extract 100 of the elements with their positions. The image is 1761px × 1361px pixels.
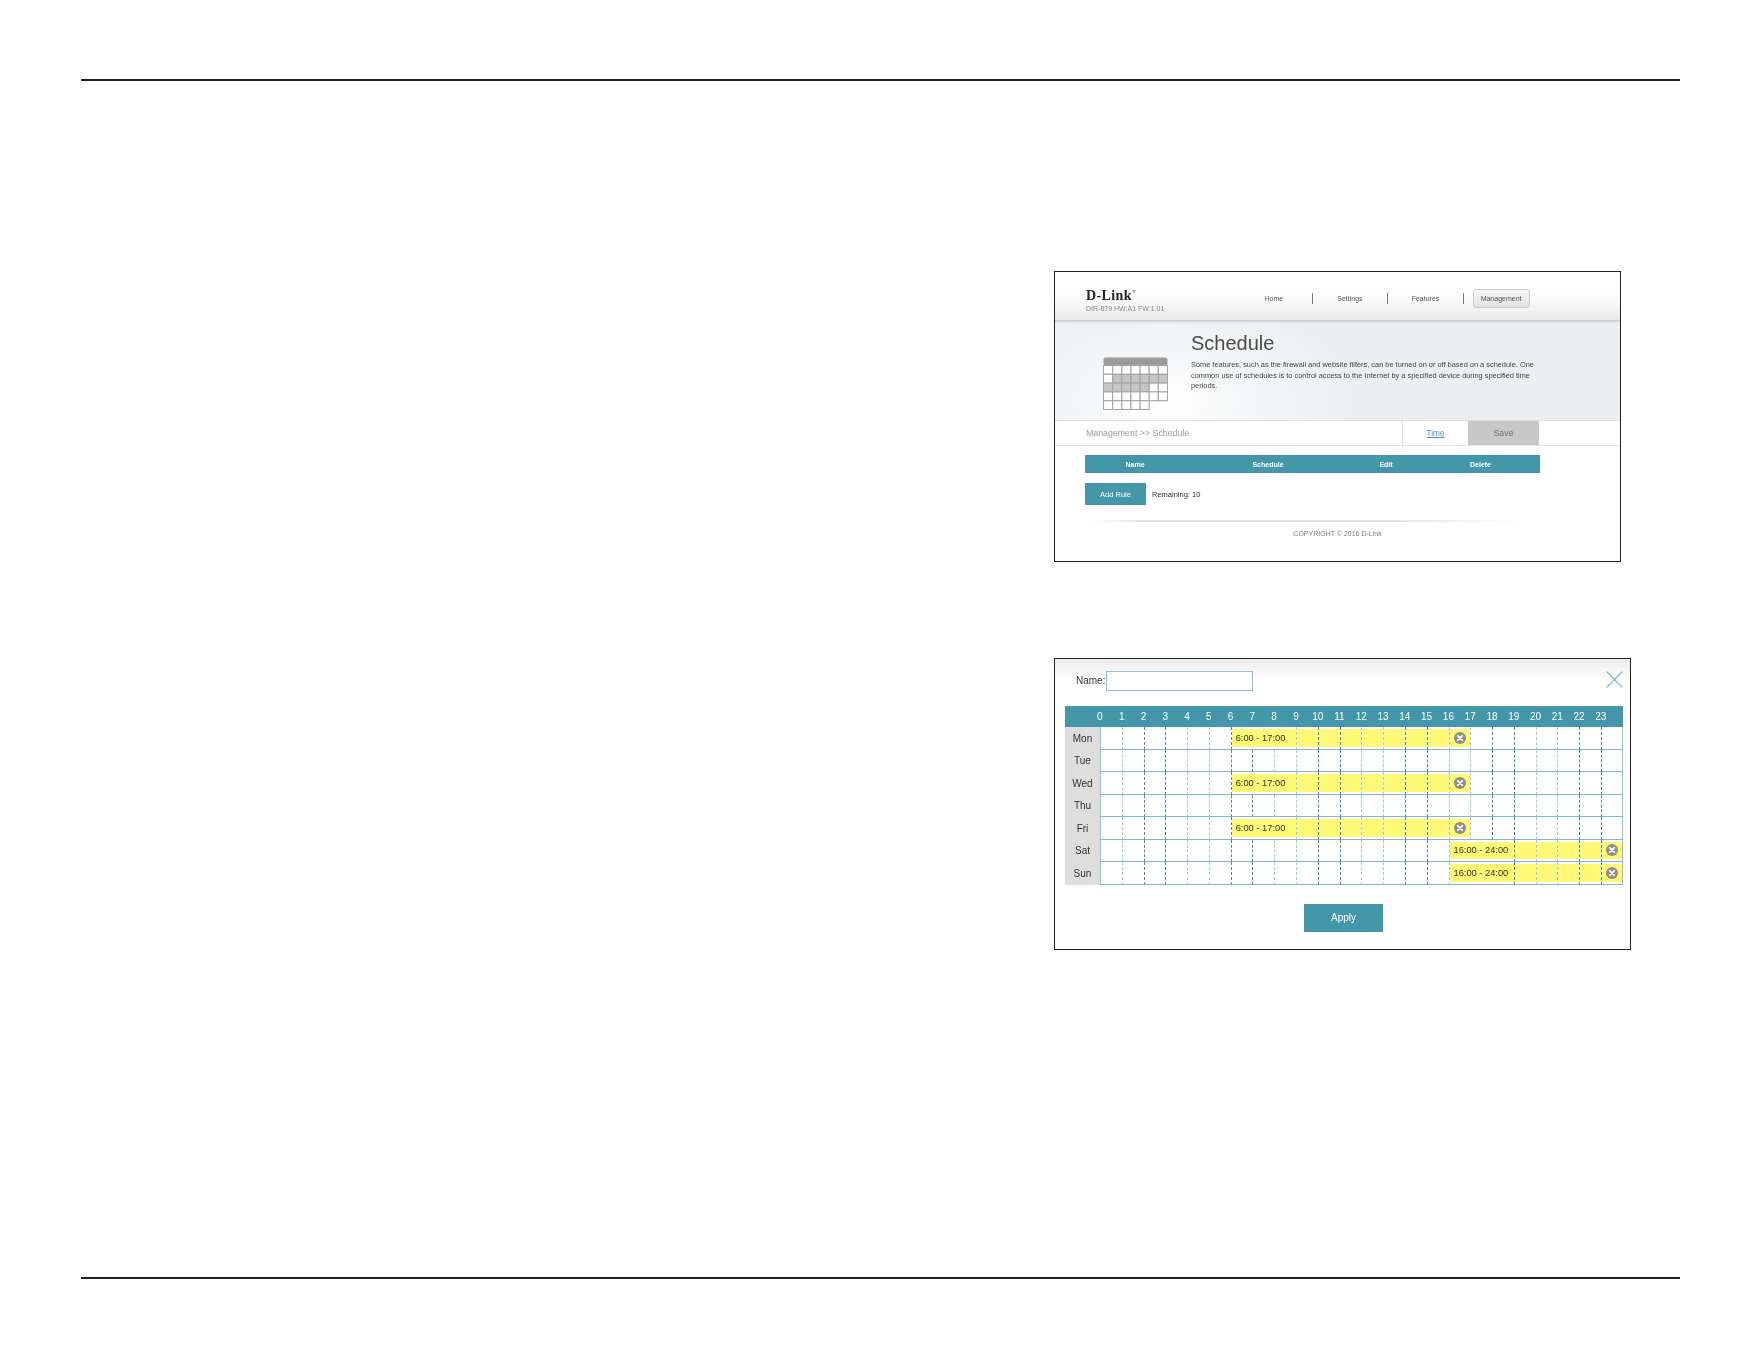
selected-hour-slot[interactable]	[1383, 772, 1405, 795]
selected-hour-slot[interactable]	[1601, 862, 1623, 885]
hour-slot[interactable]	[1121, 817, 1144, 840]
hour-slot[interactable]	[1187, 772, 1209, 795]
hour-slot[interactable]	[1361, 862, 1384, 885]
hour-slot[interactable]	[1470, 794, 1493, 817]
hour-slot[interactable]	[1165, 817, 1188, 840]
hour-slot[interactable]	[1187, 794, 1209, 817]
selected-hour-slot[interactable]	[1404, 727, 1427, 750]
hour-slot[interactable]	[1208, 839, 1231, 862]
name-field[interactable]	[1106, 670, 1254, 691]
selected-hour-slot[interactable]	[1296, 817, 1318, 840]
hour-slot[interactable]	[1296, 839, 1318, 862]
hour-slot[interactable]	[1470, 727, 1493, 750]
hour-slot[interactable]	[1339, 862, 1362, 885]
hour-slot[interactable]	[1121, 794, 1144, 817]
hour-slot[interactable]	[1165, 749, 1188, 772]
hour-slot[interactable]	[1143, 862, 1166, 885]
hour-slot[interactable]	[1274, 862, 1297, 885]
hour-slot[interactable]	[1470, 817, 1493, 840]
hour-slot[interactable]	[1426, 839, 1449, 862]
selected-hour-slot[interactable]	[1383, 727, 1405, 750]
hour-slot[interactable]	[1492, 817, 1514, 840]
hour-slot[interactable]	[1165, 839, 1188, 862]
hour-slot[interactable]	[1535, 772, 1558, 795]
hour-slot[interactable]	[1513, 817, 1536, 840]
hour-slot[interactable]	[1143, 839, 1166, 862]
selected-hour-slot[interactable]	[1339, 727, 1362, 750]
hour-slot[interactable]	[1557, 772, 1580, 795]
hour-slot[interactable]	[1230, 839, 1253, 862]
hour-slot[interactable]	[1187, 839, 1209, 862]
selected-hour-slot[interactable]	[1296, 727, 1318, 750]
hour-slot[interactable]	[1165, 862, 1188, 885]
hour-slot[interactable]	[1513, 794, 1536, 817]
hour-slot[interactable]	[1557, 794, 1580, 817]
hour-slot[interactable]	[1492, 772, 1514, 795]
selected-hour-slot[interactable]	[1448, 727, 1471, 750]
hour-slot[interactable]	[1579, 749, 1601, 772]
hour-slot[interactable]	[1317, 862, 1340, 885]
hour-slot[interactable]	[1296, 862, 1318, 885]
selected-hour-slot[interactable]	[1317, 817, 1340, 840]
hour-slot[interactable]	[1187, 749, 1209, 772]
hour-slot[interactable]	[1513, 727, 1536, 750]
x-circle-icon[interactable]	[1605, 866, 1618, 879]
selected-hour-slot[interactable]	[1404, 772, 1427, 795]
hour-slot[interactable]	[1601, 817, 1623, 840]
hour-slot[interactable]	[1513, 749, 1536, 772]
hour-slot[interactable]	[1470, 749, 1493, 772]
hour-slot[interactable]	[1100, 839, 1122, 862]
selected-hour-slot[interactable]	[1361, 727, 1384, 750]
hour-slot[interactable]	[1535, 749, 1558, 772]
hour-slot[interactable]	[1100, 794, 1122, 817]
hour-slot[interactable]	[1252, 862, 1275, 885]
selected-hour-slot[interactable]	[1579, 839, 1601, 862]
hour-slot[interactable]	[1187, 817, 1209, 840]
hour-slot[interactable]	[1121, 749, 1144, 772]
hour-slot[interactable]	[1579, 727, 1601, 750]
x-circle-icon[interactable]	[1453, 821, 1466, 834]
hour-slot[interactable]	[1535, 727, 1558, 750]
x-circle-icon[interactable]	[1453, 731, 1466, 744]
selected-hour-slot[interactable]	[1448, 772, 1471, 795]
selected-hour-slot[interactable]	[1579, 862, 1601, 885]
hour-slot[interactable]	[1187, 727, 1209, 750]
hour-slot[interactable]	[1426, 862, 1449, 885]
hour-slot[interactable]	[1121, 772, 1144, 795]
hour-slot[interactable]	[1143, 817, 1166, 840]
x-circle-icon[interactable]	[1453, 776, 1466, 789]
selected-hour-slot[interactable]	[1383, 817, 1405, 840]
selected-hour-slot[interactable]	[1426, 727, 1449, 750]
hour-slot[interactable]	[1121, 727, 1144, 750]
hour-slot[interactable]	[1208, 749, 1231, 772]
hour-slot[interactable]	[1557, 749, 1580, 772]
selected-hour-slot[interactable]	[1557, 839, 1580, 862]
hour-slot[interactable]	[1492, 727, 1514, 750]
hour-slot[interactable]	[1100, 772, 1122, 795]
hour-slot[interactable]	[1470, 772, 1493, 795]
selected-hour-slot[interactable]	[1448, 817, 1471, 840]
hour-slot[interactable]	[1208, 862, 1231, 885]
selected-hour-slot[interactable]	[1404, 817, 1427, 840]
selected-hour-slot[interactable]	[1361, 772, 1384, 795]
hour-slot[interactable]	[1579, 794, 1601, 817]
x-circle-icon[interactable]	[1605, 844, 1618, 857]
hour-slot[interactable]	[1100, 727, 1122, 750]
selected-hour-slot[interactable]	[1557, 862, 1580, 885]
hour-slot[interactable]	[1579, 772, 1601, 795]
hour-slot[interactable]	[1165, 727, 1188, 750]
hour-slot[interactable]	[1513, 772, 1536, 795]
hour-slot[interactable]	[1600, 794, 1623, 817]
hour-slot[interactable]	[1143, 772, 1166, 795]
hour-slot[interactable]	[1208, 794, 1231, 817]
hour-slot[interactable]	[1143, 794, 1166, 817]
hour-slot[interactable]	[1165, 772, 1188, 795]
selected-hour-slot[interactable]	[1317, 772, 1340, 795]
selected-hour-slot[interactable]	[1535, 862, 1558, 885]
hour-slot[interactable]	[1361, 839, 1384, 862]
hour-slot[interactable]	[1383, 862, 1405, 885]
hour-slot[interactable]	[1492, 749, 1514, 772]
hour-slot[interactable]	[1165, 794, 1188, 817]
hour-slot[interactable]	[1187, 862, 1209, 885]
hour-slot[interactable]	[1100, 862, 1122, 885]
